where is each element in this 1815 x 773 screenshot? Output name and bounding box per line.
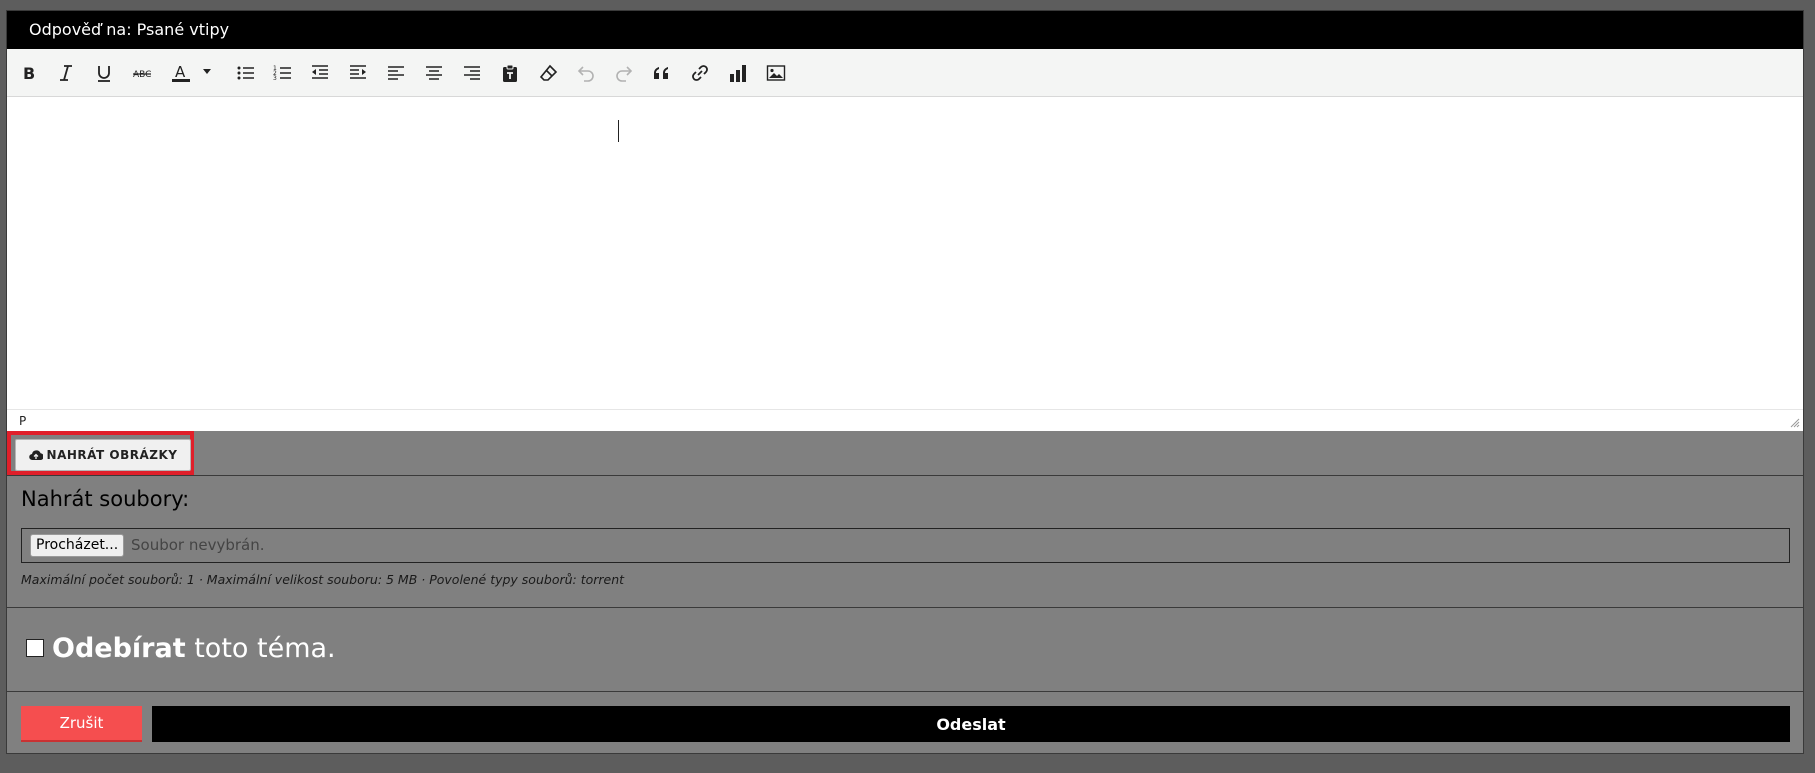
subscribe-label-bold: Odebírat (52, 632, 186, 664)
divider (7, 475, 1803, 476)
align-right-icon[interactable] (458, 59, 486, 87)
align-left-icon[interactable] (382, 59, 410, 87)
editor-statusbar: P (7, 409, 1803, 431)
svg-text:B: B (23, 64, 35, 83)
undo-icon[interactable] (572, 59, 600, 87)
divider (7, 607, 1803, 608)
chart-icon[interactable] (724, 59, 752, 87)
bullet-list-icon[interactable] (232, 59, 260, 87)
resize-grip-icon[interactable] (1790, 418, 1800, 428)
svg-text:A: A (175, 63, 186, 81)
font-color-icon[interactable]: A (167, 59, 195, 87)
strikethrough-icon[interactable]: ABC (128, 59, 156, 87)
upload-images-button[interactable]: NAHRÁT OBRÁZKY (15, 439, 191, 471)
text-caret (618, 120, 619, 142)
editor-area[interactable] (7, 97, 1803, 409)
chevron-down-icon[interactable] (203, 67, 211, 75)
upload-files-title: Nahrát soubory: (21, 487, 190, 511)
underline-icon[interactable] (90, 59, 118, 87)
divider (7, 691, 1803, 692)
italic-icon[interactable] (52, 59, 80, 87)
blockquote-icon[interactable] (648, 59, 676, 87)
image-icon[interactable] (762, 59, 790, 87)
upload-images-highlight: NAHRÁT OBRÁZKY (7, 431, 194, 475)
svg-text:ABC: ABC (133, 70, 151, 80)
editor-toolbar: B ABC A 123 (7, 49, 1803, 97)
subscribe-label-rest: toto téma. (185, 632, 336, 664)
align-center-icon[interactable] (420, 59, 448, 87)
element-path[interactable]: P (19, 414, 26, 428)
numbered-list-icon[interactable]: 123 (269, 59, 297, 87)
redo-icon[interactable] (610, 59, 638, 87)
subscribe-row: Odebírat toto téma. (26, 631, 336, 665)
paste-text-icon[interactable] (496, 59, 524, 87)
outdent-icon[interactable] (306, 59, 334, 87)
file-input[interactable]: Procházet... Soubor nevybrán. (21, 528, 1790, 563)
subscribe-label[interactable]: Odebírat toto téma. (52, 633, 336, 664)
bold-icon[interactable]: B (15, 59, 43, 87)
reply-panel: Odpověď na: Psané vtipy B ABC A 123 P NA… (6, 10, 1804, 754)
file-limits-note: Maximální počet souborů: 1 · Maximální v… (21, 572, 625, 587)
send-button[interactable]: Odeslat (152, 706, 1790, 742)
cancel-button[interactable]: Zrušit (21, 706, 142, 742)
link-icon[interactable] (686, 59, 714, 87)
clear-format-icon[interactable] (534, 59, 562, 87)
browse-button[interactable]: Procházet... (30, 534, 125, 557)
upload-images-label: NAHRÁT OBRÁZKY (46, 448, 178, 462)
reply-title: Odpověď na: Psané vtipy (7, 11, 1803, 49)
subscribe-checkbox[interactable] (26, 639, 44, 657)
cloud-upload-icon (28, 450, 43, 461)
indent-icon[interactable] (344, 59, 372, 87)
svg-text:3: 3 (273, 75, 277, 82)
file-status: Soubor nevybrán. (131, 536, 265, 554)
